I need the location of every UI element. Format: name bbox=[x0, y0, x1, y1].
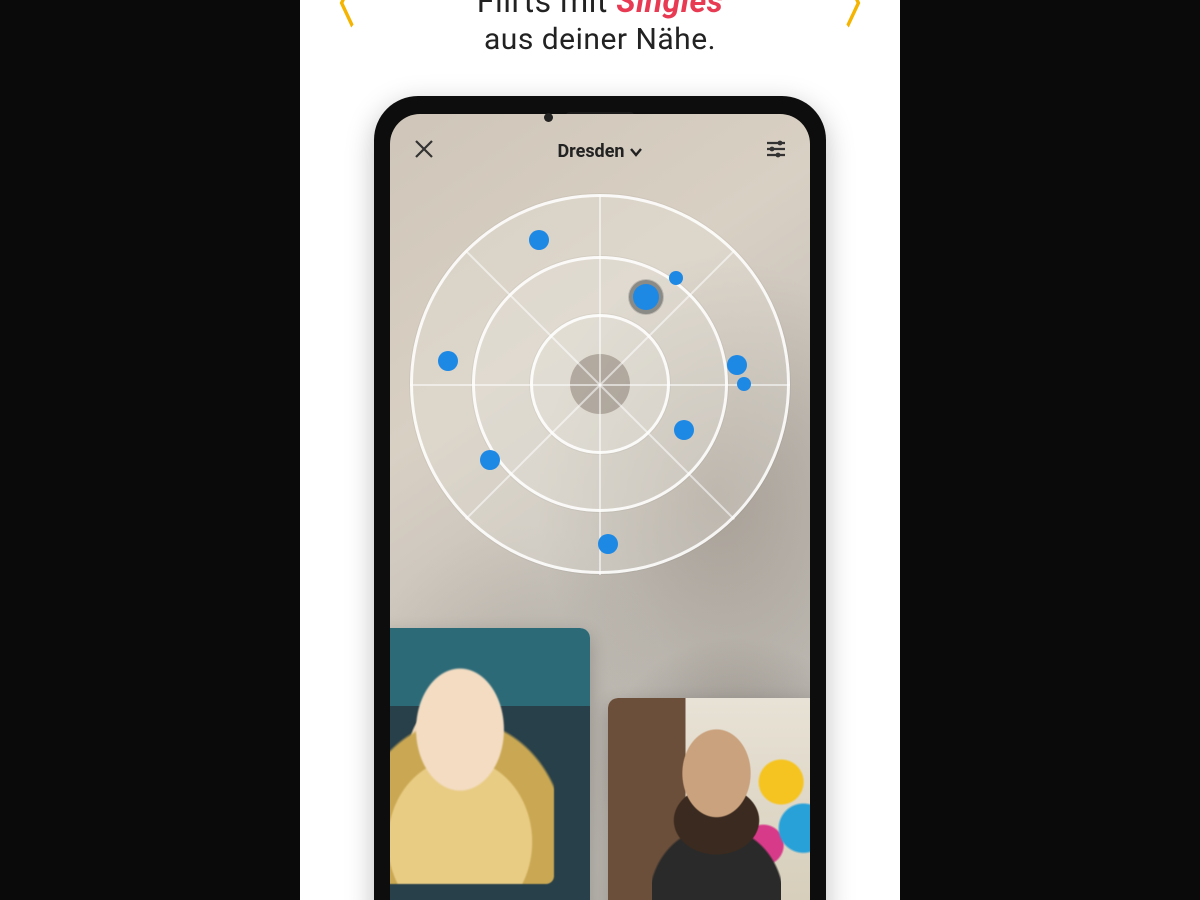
headline-line2: aus deiner Nähe. bbox=[300, 20, 900, 59]
headline-prefix: Flirts mit bbox=[477, 0, 617, 20]
sliders-icon bbox=[764, 146, 788, 165]
radar-dot[interactable] bbox=[674, 420, 694, 440]
radar-spoke bbox=[600, 384, 790, 386]
chevron-down-icon bbox=[629, 141, 643, 162]
close-button[interactable] bbox=[412, 137, 436, 165]
profile-card[interactable]: Elisa, 26 1.2km • Dresden, DE bbox=[390, 628, 590, 900]
phone-frame: Dresden bbox=[374, 96, 826, 900]
close-icon bbox=[412, 146, 436, 165]
location-selector[interactable]: Dresden bbox=[557, 141, 642, 162]
radar-dot[interactable] bbox=[633, 284, 659, 310]
headline: Flirts mit Singles aus deiner Nähe. bbox=[300, 0, 900, 59]
carousel-next[interactable] bbox=[843, 0, 863, 38]
headline-accent: Singles bbox=[616, 0, 723, 20]
profile-photo bbox=[608, 698, 810, 900]
radar-dot[interactable] bbox=[737, 377, 751, 391]
profile-cards: Elisa, 26 1.2km • Dresden, DE Basti, 27 bbox=[390, 608, 810, 900]
profile-card[interactable]: Basti, 27 200m • Dresden, DE bbox=[608, 698, 810, 900]
radar-dot[interactable] bbox=[727, 355, 747, 375]
top-bar: Dresden bbox=[390, 130, 810, 172]
promo-panel: Flirts mit Singles aus deiner Nähe. Dres… bbox=[300, 0, 900, 900]
profile-photo bbox=[390, 628, 590, 900]
radar-spoke bbox=[599, 195, 601, 385]
chevron-right-icon bbox=[843, 0, 863, 42]
radar-dot[interactable] bbox=[529, 230, 549, 250]
radar-spoke bbox=[410, 384, 600, 386]
radar-view[interactable] bbox=[410, 194, 790, 574]
chevron-left-icon bbox=[337, 0, 357, 42]
filter-button[interactable] bbox=[764, 137, 788, 165]
location-label: Dresden bbox=[557, 141, 624, 162]
radar-dot[interactable] bbox=[438, 351, 458, 371]
app-screen: Dresden bbox=[390, 114, 810, 900]
radar-dot[interactable] bbox=[480, 450, 500, 470]
radar-dot[interactable] bbox=[598, 534, 618, 554]
headline-line1: Flirts mit Singles bbox=[300, 0, 900, 20]
carousel-prev[interactable] bbox=[337, 0, 357, 38]
radar-dot[interactable] bbox=[669, 271, 683, 285]
